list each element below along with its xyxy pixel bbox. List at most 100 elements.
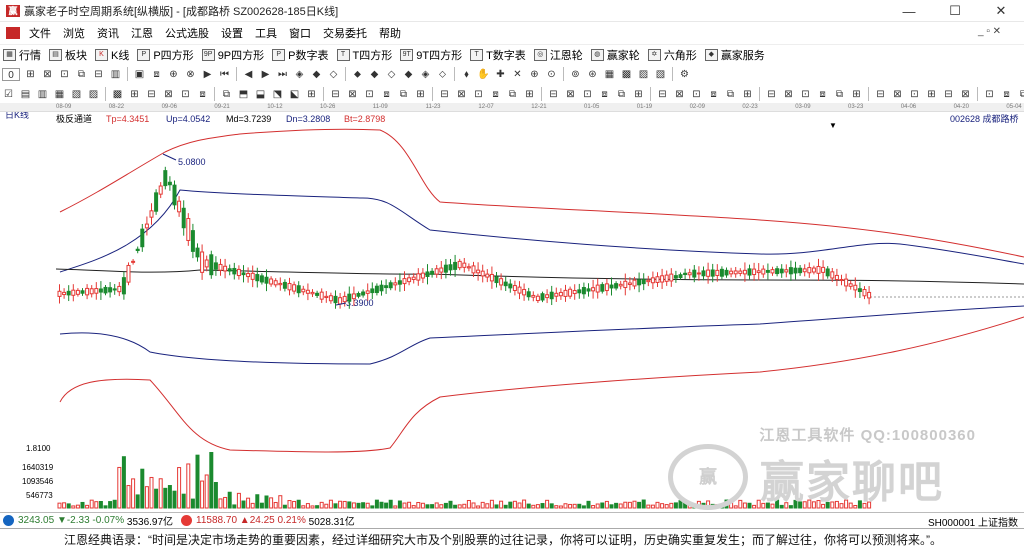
menu-file[interactable]: 文件 — [23, 25, 57, 41]
analysis-tool-icon-24[interactable]: ⊟ — [438, 88, 451, 101]
toolbar-kline-button[interactable]: K K线 — [92, 46, 134, 64]
menu-browse[interactable]: 浏览 — [57, 25, 91, 41]
menu-window[interactable]: 窗口 — [283, 25, 317, 41]
draw-tool-icon-21[interactable]: ◆ — [402, 68, 415, 81]
draw-tool-icon-2[interactable]: ⊡ — [58, 68, 71, 81]
draw-tool-icon-4[interactable]: ⊟ — [92, 68, 105, 81]
analysis-tool-icon-30[interactable]: ⊟ — [547, 88, 560, 101]
analysis-tool-icon-28[interactable]: ⧉ — [506, 88, 519, 101]
minimize-button[interactable]: — — [886, 0, 932, 22]
analysis-tool-icon-5[interactable]: ▨ — [87, 88, 100, 101]
analysis-tool-icon-10[interactable]: ⊡ — [179, 88, 192, 101]
draw-tool-icon-3[interactable]: ⧉ — [75, 68, 88, 81]
analysis-tool-icon-4[interactable]: ▧ — [70, 88, 83, 101]
toolbar-sector-button[interactable]: ▤ 板块 — [46, 46, 92, 64]
draw-tool-icon-7[interactable]: ⧈ — [150, 68, 163, 81]
analysis-tool-icon-26[interactable]: ⊡ — [472, 88, 485, 101]
draw-tool-icon-30[interactable]: ⊚ — [569, 68, 582, 81]
analysis-tool-icon-36[interactable]: ⊟ — [656, 88, 669, 101]
analysis-tool-icon-7[interactable]: ⊞ — [128, 88, 141, 101]
analysis-tool-icon-18[interactable]: ⊟ — [329, 88, 342, 101]
toolbar-winner-wheel-button[interactable]: ◍ 赢家轮 — [588, 46, 645, 64]
draw-tool-icon-8[interactable]: ⊕ — [167, 68, 180, 81]
close-button[interactable]: ✕ — [978, 0, 1024, 22]
menu-info[interactable]: 资讯 — [91, 25, 125, 41]
analysis-tool-icon-1[interactable]: ▤ — [19, 88, 32, 101]
analysis-tool-icon-16[interactable]: ⬕ — [288, 88, 301, 101]
toolbar-p-square-button[interactable]: P P四方形 — [134, 46, 198, 64]
analysis-tool-icon-41[interactable]: ⊞ — [741, 88, 754, 101]
analysis-tool-icon-46[interactable]: ⧉ — [833, 88, 846, 101]
menu-tools[interactable]: 工具 — [249, 25, 283, 41]
draw-tool-icon-28[interactable]: ⊕ — [528, 68, 541, 81]
analysis-tool-icon-48[interactable]: ⊟ — [874, 88, 887, 101]
toolbar-t-table-button[interactable]: T T数字表 — [467, 46, 531, 64]
analysis-tool-icon-19[interactable]: ⊠ — [346, 88, 359, 101]
analysis-tool-icon-21[interactable]: ⧈ — [380, 88, 393, 101]
menu-trade[interactable]: 交易委托 — [317, 25, 373, 41]
draw-tool-icon-34[interactable]: ▨ — [637, 68, 650, 81]
toolbar-hexagon-button[interactable]: ✡ 六角形 — [645, 46, 702, 64]
analysis-tool-icon-33[interactable]: ⧈ — [598, 88, 611, 101]
analysis-tool-icon-25[interactable]: ⊠ — [455, 88, 468, 101]
draw-tool-icon-31[interactable]: ⊛ — [586, 68, 599, 81]
analysis-tool-icon-35[interactable]: ⊞ — [632, 88, 645, 101]
draw-tool-icon-9[interactable]: ⊗ — [184, 68, 197, 81]
analysis-tool-icon-9[interactable]: ⊠ — [162, 88, 175, 101]
analysis-tool-icon-2[interactable]: ▥ — [36, 88, 49, 101]
mdi-controls[interactable]: _ ▫ ✕ — [978, 26, 1001, 37]
draw-tool-icon-35[interactable]: ▧ — [654, 68, 667, 81]
sh-index-icon[interactable] — [3, 515, 14, 526]
draw-tool-icon-22[interactable]: ◈ — [419, 68, 432, 81]
layout-selector[interactable]: 0 — [2, 67, 20, 81]
draw-tool-icon-1[interactable]: ⊠ — [41, 68, 54, 81]
draw-tool-icon-16[interactable]: ◆ — [310, 68, 323, 81]
toolbar-service-button[interactable]: ◆ 赢家服务 — [702, 46, 770, 64]
analysis-tool-icon-0[interactable]: ☑ — [2, 88, 15, 101]
analysis-tool-icon-37[interactable]: ⊠ — [673, 88, 686, 101]
status-index-code[interactable]: SH000001 上证指数 — [928, 514, 1018, 528]
draw-tool-icon-6[interactable]: ▣ — [133, 68, 146, 81]
draw-tool-icon-23[interactable]: ⬦ — [436, 68, 449, 81]
draw-tool-icon-27[interactable]: ✕ — [511, 68, 524, 81]
analysis-tool-icon-31[interactable]: ⊠ — [564, 88, 577, 101]
draw-tool-icon-12[interactable]: ◀ — [242, 68, 255, 81]
analysis-tool-icon-44[interactable]: ⊡ — [799, 88, 812, 101]
analysis-tool-icon-6[interactable]: ▩ — [111, 88, 124, 101]
toolbar-9p-square-button[interactable]: 9P 9P四方形 — [199, 46, 269, 64]
toolbar-quotes-button[interactable]: ▦ 行情 — [0, 46, 46, 64]
draw-tool-icon-24[interactable]: ⬧ — [460, 68, 473, 81]
menu-gann[interactable]: 江恩 — [125, 25, 159, 41]
analysis-tool-icon-20[interactable]: ⊡ — [363, 88, 376, 101]
analysis-tool-icon-40[interactable]: ⧉ — [724, 88, 737, 101]
analysis-tool-icon-53[interactable]: ⊠ — [959, 88, 972, 101]
analysis-tool-icon-42[interactable]: ⊟ — [765, 88, 778, 101]
draw-tool-icon-17[interactable]: ◇ — [327, 68, 340, 81]
draw-tool-icon-25[interactable]: ✋ — [477, 68, 490, 81]
analysis-tool-icon-29[interactable]: ⊞ — [523, 88, 536, 101]
analysis-tool-icon-52[interactable]: ⊟ — [942, 88, 955, 101]
analysis-tool-icon-8[interactable]: ⊟ — [145, 88, 158, 101]
analysis-tool-icon-49[interactable]: ⊠ — [891, 88, 904, 101]
toolbar-p-table-button[interactable]: P P数字表 — [269, 46, 333, 64]
analysis-tool-icon-12[interactable]: ⧉ — [220, 88, 233, 101]
analysis-tool-icon-38[interactable]: ⊡ — [690, 88, 703, 101]
analysis-tool-icon-22[interactable]: ⧉ — [397, 88, 410, 101]
analysis-tool-icon-34[interactable]: ⧉ — [615, 88, 628, 101]
analysis-tool-icon-54[interactable]: ⊡ — [983, 88, 996, 101]
draw-tool-icon-0[interactable]: ⊞ — [24, 68, 37, 81]
draw-tool-icon-5[interactable]: ▥ — [109, 68, 122, 81]
draw-tool-icon-13[interactable]: ▶ — [259, 68, 272, 81]
draw-tool-icon-33[interactable]: ▩ — [620, 68, 633, 81]
draw-tool-icon-36[interactable]: ⚙ — [678, 68, 691, 81]
analysis-tool-icon-47[interactable]: ⊞ — [850, 88, 863, 101]
draw-tool-icon-14[interactable]: ⏭ — [276, 68, 289, 81]
analysis-tool-icon-27[interactable]: ⧈ — [489, 88, 502, 101]
analysis-tool-icon-43[interactable]: ⊠ — [782, 88, 795, 101]
analysis-tool-icon-17[interactable]: ⊞ — [305, 88, 318, 101]
analysis-tool-icon-55[interactable]: ⧈ — [1000, 88, 1013, 101]
toolbar-9t-square-button[interactable]: 9T 9T四方形 — [397, 46, 467, 64]
draw-tool-icon-15[interactable]: ◈ — [293, 68, 306, 81]
analysis-tool-icon-23[interactable]: ⊞ — [414, 88, 427, 101]
draw-tool-icon-18[interactable]: ⬥ — [351, 68, 364, 81]
